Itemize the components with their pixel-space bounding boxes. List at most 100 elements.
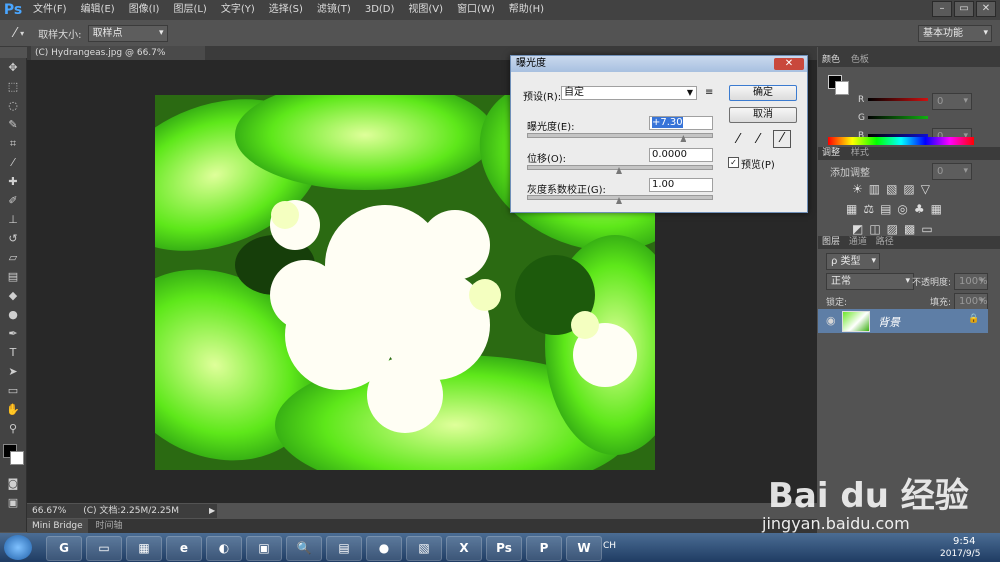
brush-tool-icon[interactable]: ✐ — [0, 191, 26, 210]
type-tool-icon[interactable]: T — [0, 343, 26, 362]
chevron-down-icon[interactable]: ▾ — [20, 29, 24, 38]
taskbar-app-13[interactable]: W — [566, 536, 602, 561]
white-eyedropper-icon[interactable]: ⁄ — [773, 130, 791, 148]
gray-eyedropper-icon[interactable]: ⁄ — [757, 132, 759, 147]
history-brush-icon[interactable]: ↺ — [0, 229, 26, 248]
taskbar-app-8[interactable]: ● — [366, 536, 402, 561]
taskbar-app-5[interactable]: ▣ — [246, 536, 282, 561]
ok-button[interactable]: 确定 — [729, 85, 797, 101]
taskbar-app-7[interactable]: ▤ — [326, 536, 362, 561]
eyedropper-tool-icon[interactable]: ⁄ — [0, 153, 26, 172]
taskbar-app-10[interactable]: X — [446, 536, 482, 561]
taskbar-app-9[interactable]: ▧ — [406, 536, 442, 561]
start-button[interactable] — [4, 535, 32, 560]
layer-filter-select[interactable]: ρ 类型 — [826, 253, 880, 270]
visibility-eye-icon[interactable]: ◉ — [826, 314, 836, 327]
rgb-slider[interactable] — [868, 116, 928, 119]
zoom-tool-icon[interactable]: ⚲ — [0, 419, 26, 438]
crop-tool-icon[interactable]: ⌗ — [0, 134, 26, 153]
background-color[interactable] — [10, 451, 24, 465]
tab-layers[interactable]: 图层 — [822, 237, 840, 247]
stamp-tool-icon[interactable]: ⊥ — [0, 210, 26, 229]
lasso-tool-icon[interactable]: ◌ — [0, 96, 26, 115]
adjust-icons-row2[interactable]: ▦⚖▤◎♣▦ — [846, 202, 948, 216]
taskbar-app-11[interactable]: Ps — [486, 536, 522, 561]
tab-swatches[interactable]: 色板 — [851, 55, 869, 65]
preview-checkbox[interactable]: ✓ — [728, 157, 739, 168]
menu-view[interactable]: 视图(V) — [401, 0, 450, 20]
eraser-tool-icon[interactable]: ▱ — [0, 248, 26, 267]
gradient-tool-icon[interactable]: ▤ — [0, 267, 26, 286]
path-select-icon[interactable]: ➤ — [0, 362, 26, 381]
taskbar-app-3[interactable]: e — [166, 536, 202, 561]
zoom-level[interactable]: 66.67% — [32, 506, 66, 516]
layer-name[interactable]: 背景 — [878, 314, 900, 330]
adjust-icons-row3[interactable]: ◩◫▨▩▭ — [852, 222, 939, 236]
fill-field[interactable]: 100% — [954, 293, 988, 310]
menu-3d[interactable]: 3D(D) — [358, 0, 402, 20]
tab-timeline[interactable]: 时间轴 — [91, 521, 128, 531]
rgb-value[interactable]: 0 — [932, 93, 972, 110]
eyedropper-icon[interactable]: ⁄ — [14, 26, 16, 41]
blend-mode-select[interactable]: 正常 — [826, 273, 914, 290]
taskbar-app-12[interactable]: P — [526, 536, 562, 561]
cancel-button[interactable]: 取消 — [729, 107, 797, 123]
tab-styles[interactable]: 样式 — [851, 148, 869, 158]
taskbar-app-2[interactable]: ▦ — [126, 536, 162, 561]
tab-paths[interactable]: 路径 — [876, 237, 894, 247]
sample-size-select[interactable]: 取样点 — [87, 24, 168, 42]
shape-tool-icon[interactable]: ▭ — [0, 381, 26, 400]
menu-edit[interactable]: 编辑(E) — [74, 0, 122, 20]
screen-mode-icon[interactable]: ▣ — [0, 493, 26, 512]
offset-field[interactable]: 0.0000 — [649, 148, 713, 162]
move-tool-icon[interactable]: ✥ — [0, 58, 26, 77]
dodge-tool-icon[interactable]: ● — [0, 305, 26, 324]
status-arrow-icon[interactable]: ▶ — [209, 504, 215, 518]
quick-select-icon[interactable]: ✎ — [0, 115, 26, 134]
taskbar-app-4[interactable]: ◐ — [206, 536, 242, 561]
workspace-select[interactable]: 基本功能 — [918, 24, 992, 42]
menu-layer[interactable]: 图层(L) — [166, 0, 213, 20]
gamma-slider[interactable] — [527, 195, 713, 200]
color-swatches[interactable] — [0, 438, 26, 474]
maximize-icon[interactable]: ▭ — [954, 1, 974, 17]
menu-help[interactable]: 帮助(H) — [502, 0, 551, 20]
gamma-field[interactable]: 1.00 — [649, 178, 713, 192]
layer-row-background[interactable]: ◉ 背景 🔒 — [818, 309, 988, 333]
hand-tool-icon[interactable]: ✋ — [0, 400, 26, 419]
menu-image[interactable]: 图像(I) — [122, 0, 167, 20]
black-eyedropper-icon[interactable]: ⁄ — [737, 132, 739, 147]
quick-mask-icon[interactable]: ◙ — [0, 474, 26, 493]
blur-tool-icon[interactable]: ◆ — [0, 286, 26, 305]
marquee-tool-icon[interactable]: ⬚ — [0, 77, 26, 96]
pen-tool-icon[interactable]: ✒ — [0, 324, 26, 343]
clock-date[interactable]: 2017/9/5 — [940, 549, 980, 559]
exposure-slider[interactable] — [527, 133, 713, 138]
tab-mini-bridge[interactable]: Mini Bridge — [27, 519, 88, 533]
taskbar-app-6[interactable]: 🔍 — [286, 536, 322, 561]
healing-tool-icon[interactable]: ✚ — [0, 172, 26, 191]
close-icon[interactable]: ✕ — [976, 1, 996, 17]
menu-window[interactable]: 窗口(W) — [450, 0, 502, 20]
taskbar-app-1[interactable]: ▭ — [86, 536, 122, 561]
preset-select[interactable]: 自定 ▼ — [561, 86, 697, 100]
exposure-field[interactable]: +7.30 — [649, 116, 713, 130]
dialog-close-button[interactable]: ✕ — [774, 58, 804, 70]
input-lang[interactable]: CH — [603, 541, 616, 551]
clock-time[interactable]: 9:54 — [953, 536, 975, 547]
minimize-icon[interactable]: – — [932, 1, 952, 17]
opacity-field[interactable]: 100% — [954, 273, 988, 290]
menu-file[interactable]: 文件(F) — [26, 0, 74, 20]
color-spectrum[interactable] — [828, 137, 974, 145]
bg-swatch[interactable] — [835, 81, 849, 95]
document-tab[interactable]: (C) Hydrangeas.jpg @ 66.7%(RGB/8#) × — [31, 46, 205, 72]
adjust-icons-row1[interactable]: ☀▥▧▨▽ — [852, 182, 936, 196]
preset-menu-icon[interactable]: ≡ — [705, 87, 713, 98]
tab-adjustments[interactable]: 调整 — [822, 148, 840, 158]
menu-select[interactable]: 选择(S) — [262, 0, 310, 20]
tab-color[interactable]: 颜色 — [822, 55, 840, 65]
menu-type[interactable]: 文字(Y) — [214, 0, 262, 20]
taskbar-app-0[interactable]: G — [46, 536, 82, 561]
offset-slider[interactable] — [527, 165, 713, 170]
rgb-slider[interactable] — [868, 98, 928, 101]
